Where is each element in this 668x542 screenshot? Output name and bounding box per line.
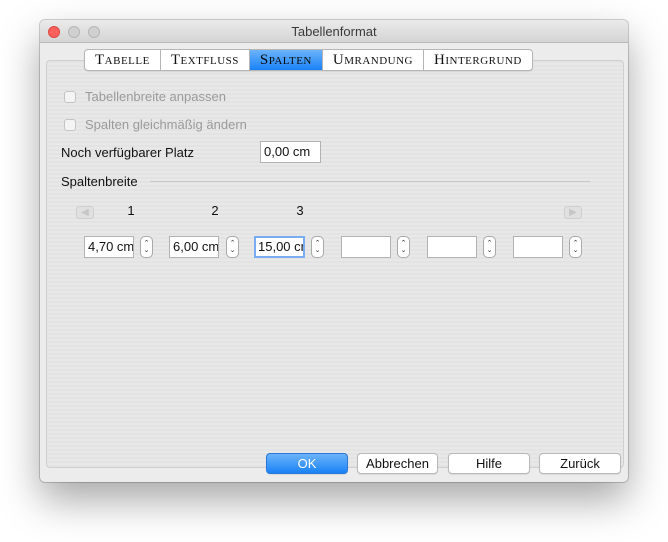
cancel-button[interactable]: Abbrechen (357, 453, 438, 474)
fit-table-width-checkbox[interactable] (64, 90, 76, 103)
tab-spalten[interactable]: Spalten (249, 50, 323, 70)
reset-button[interactable]: Zurück (539, 453, 621, 474)
column-width-heading: Spaltenbreite (61, 174, 138, 189)
column-width-field-5[interactable] (427, 236, 477, 258)
column-width-field-6[interactable] (513, 236, 563, 258)
adjust-columns-evenly-checkbox[interactable] (64, 118, 76, 131)
column-width-stepper-3[interactable]: ⌃ ⌄ (311, 236, 324, 258)
column-width-stepper-5[interactable]: ⌃ ⌄ (483, 236, 496, 258)
arrow-right-icon[interactable]: ▶ (564, 206, 582, 219)
column-width-stepper-2[interactable]: ⌃ ⌄ (226, 236, 239, 258)
column-width-stepper-1[interactable]: ⌃ ⌄ (140, 236, 153, 258)
adjust-columns-evenly-label: Spalten gleichmäßig ändern (85, 117, 247, 132)
remaining-space-field[interactable]: 0,00 cm (260, 141, 321, 163)
column-number-1: 1 (127, 203, 135, 218)
column-width-field-4[interactable] (341, 236, 391, 258)
section-divider (150, 181, 590, 182)
column-number-2: 2 (211, 203, 219, 218)
column-number-3: 3 (296, 203, 304, 218)
column-width-stepper-6[interactable]: ⌃ ⌄ (569, 236, 582, 258)
remaining-space-label: Noch verfügbarer Platz (61, 145, 194, 160)
ok-button[interactable]: OK (266, 453, 348, 474)
help-button[interactable]: Hilfe (448, 453, 530, 474)
fit-table-width-label: Tabellenbreite anpassen (85, 89, 226, 104)
title-bar[interactable]: Tabellenformat (40, 20, 628, 43)
window-title: Tabellenformat (291, 24, 377, 39)
arrow-left-icon[interactable]: ◀ (76, 206, 94, 219)
tab-hintergrund[interactable]: Hintergrund (424, 50, 532, 70)
tab-textfluss[interactable]: Textfluss (161, 50, 250, 70)
column-width-field-3[interactable]: 15,00 cm (254, 236, 305, 258)
tab-bar: Tabelle Textfluss Spalten Umrandung Hint… (84, 49, 533, 71)
column-width-stepper-4[interactable]: ⌃ ⌄ (397, 236, 410, 258)
tab-tabelle[interactable]: Tabelle (85, 50, 161, 70)
column-width-field-2[interactable]: 6,00 cm (169, 236, 219, 258)
table-format-dialog: Tabellenformat Tabelle Textfluss Spalten… (40, 20, 628, 482)
column-width-field-1[interactable]: 4,70 cm (84, 236, 134, 258)
tab-umrandung[interactable]: Umrandung (323, 50, 425, 70)
adjust-columns-evenly-option[interactable]: Spalten gleichmäßig ändern (64, 117, 247, 132)
fit-table-width-option[interactable]: Tabellenbreite anpassen (64, 89, 226, 104)
